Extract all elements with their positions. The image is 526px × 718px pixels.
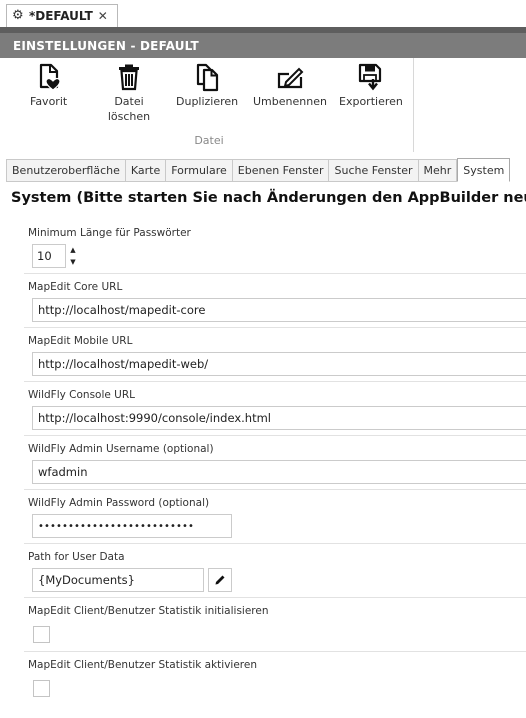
wildfly-console-url-input[interactable]: http://localhost:9990/console/index.html (32, 406, 526, 430)
gear-icon: ⚙ (12, 8, 24, 23)
delete-file-button[interactable]: Datei löschen (102, 62, 156, 124)
tab-mehr[interactable]: Mehr (417, 159, 458, 182)
settings-header: EINSTELLUNGEN - DEFAULT (0, 27, 526, 58)
wildfly-console-url-label: WildFly Console URL (28, 389, 136, 401)
stats-init-checkbox[interactable] (33, 626, 50, 643)
core-url-label: MapEdit Core URL (28, 281, 123, 293)
setting-wildfly-admin-password: WildFly Admin Password (optional) ••••••… (24, 490, 526, 544)
stepper-up-icon[interactable]: ▲ (70, 246, 75, 254)
duplicate-button-label: Duplizieren (176, 95, 239, 108)
tab-formulare[interactable]: Formulare (165, 159, 232, 182)
export-button[interactable]: Exportieren (339, 62, 403, 109)
section-title: System (Bitte starten Sie nach Änderunge… (11, 190, 526, 206)
trash-icon (119, 64, 139, 91)
close-icon[interactable]: ✕ (98, 9, 108, 23)
stats-init-label: MapEdit Client/Benutzer Statistik initia… (28, 605, 269, 617)
stepper-down-icon[interactable]: ▼ (70, 258, 75, 266)
min-password-length-stepper[interactable]: ▲ ▼ (68, 244, 78, 268)
export-button-label: Exportieren (339, 95, 403, 108)
ribbon-group-file: Favorit Datei löschen Duplizieren Umbene… (4, 58, 414, 152)
min-password-length-label: Minimum Länge für Passwörter (28, 227, 191, 239)
setting-wildfly-admin-username: WildFly Admin Username (optional) wfadmi… (24, 436, 526, 490)
setting-user-data-path: Path for User Data {MyDocuments} (24, 544, 526, 598)
setting-wildfly-console-url: WildFly Console URL http://localhost:999… (24, 382, 526, 436)
setting-mobile-url: MapEdit Mobile URL http://localhost/mape… (24, 328, 526, 382)
duplicate-icon (196, 63, 219, 92)
favorite-button-label: Favorit (30, 95, 68, 108)
ribbon-group-label: Datei (194, 134, 224, 147)
mobile-url-input[interactable]: http://localhost/mapedit-web/ (32, 352, 526, 376)
wildfly-admin-password-input[interactable]: •••••••••••••••••••••••••• (32, 514, 232, 538)
duplicate-button[interactable]: Duplizieren (176, 62, 238, 109)
delete-file-button-label: Datei löschen (107, 95, 151, 123)
setting-stats-init: MapEdit Client/Benutzer Statistik initia… (24, 598, 526, 652)
min-password-length-input[interactable]: 10 (32, 244, 66, 268)
setting-core-url: MapEdit Core URL http://localhost/mapedi… (24, 274, 526, 328)
settings-tabs: Benutzeroberfläche Karte Formulare Ebene… (6, 158, 526, 182)
rename-button[interactable]: Umbenennen (253, 62, 327, 109)
tab-benutzeroberflaeche[interactable]: Benutzeroberfläche (6, 159, 125, 182)
document-tab-strip: ⚙ *DEFAULT ✕ (0, 0, 526, 27)
stats-active-label: MapEdit Client/Benutzer Statistik aktivi… (28, 659, 257, 671)
export-save-icon (358, 63, 382, 91)
wildfly-admin-username-input[interactable]: wfadmin (32, 460, 526, 484)
stats-active-checkbox[interactable] (33, 680, 50, 697)
document-tab[interactable]: ⚙ *DEFAULT ✕ (6, 4, 118, 27)
ribbon: Favorit Datei löschen Duplizieren Umbene… (0, 58, 526, 156)
favorite-button[interactable]: Favorit (30, 62, 67, 109)
settings-header-title: EINSTELLUNGEN - DEFAULT (13, 38, 199, 53)
mobile-url-label: MapEdit Mobile URL (28, 335, 133, 347)
rename-button-label: Umbenennen (253, 95, 327, 108)
pencil-icon (215, 575, 225, 585)
wildfly-admin-password-label: WildFly Admin Password (optional) (28, 497, 210, 509)
tab-karte[interactable]: Karte (124, 159, 166, 182)
setting-min-password-length: Minimum Länge für Passwörter 10 ▲ ▼ (24, 218, 526, 274)
user-data-path-input[interactable]: {MyDocuments} (32, 568, 204, 592)
setting-stats-active: MapEdit Client/Benutzer Statistik aktivi… (24, 652, 526, 712)
core-url-input[interactable]: http://localhost/mapedit-core (32, 298, 526, 322)
wildfly-admin-username-label: WildFly Admin Username (optional) (28, 443, 214, 455)
user-data-path-label: Path for User Data (28, 551, 125, 563)
tab-ebenen-fenster[interactable]: Ebenen Fenster (231, 159, 329, 182)
favorite-document-icon (39, 63, 61, 91)
document-tab-title: *DEFAULT (29, 9, 93, 23)
rename-icon (277, 67, 304, 89)
edit-path-button[interactable] (208, 568, 232, 592)
tab-system[interactable]: System (457, 158, 511, 182)
tab-suche-fenster[interactable]: Suche Fenster (328, 159, 418, 182)
